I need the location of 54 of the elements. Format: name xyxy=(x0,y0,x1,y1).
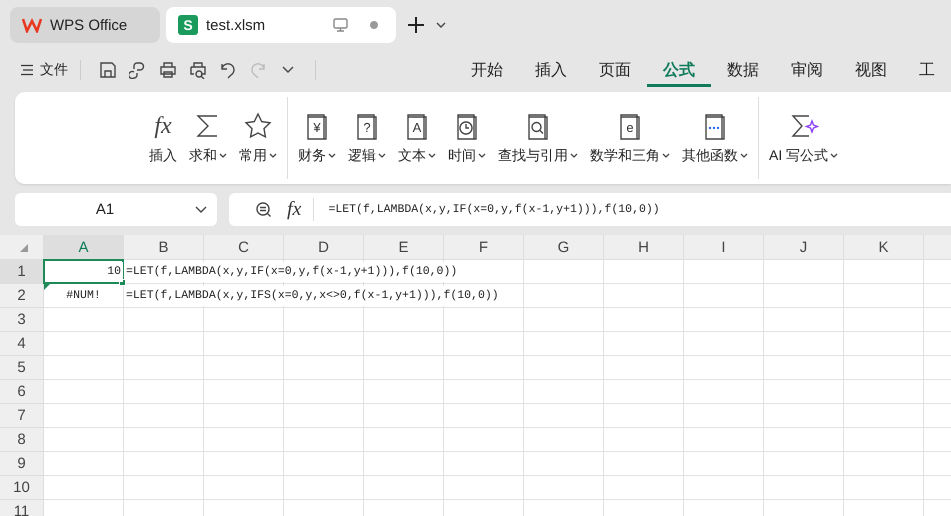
ribbon-button[interactable]: 其他函数 xyxy=(676,111,754,165)
ribbon-button[interactable]: ? 逻辑 xyxy=(342,111,392,165)
book-icon-glyph: ? xyxy=(362,120,372,136)
chevron-down-icon[interactable] xyxy=(195,206,207,214)
ribbon-button[interactable]: 时间 xyxy=(442,111,492,165)
formula-bar[interactable]: fx =LET(f,LAMBDA(x,y,IF(x=0,y,f(x-1,y+1))),f(10,0)) xyxy=(229,193,951,226)
formula-text: =LET(f,LAMBDA(x,y,IF(x=0,y,f(x-1,y+1))),f(10,0)) xyxy=(328,203,660,216)
chevron-down-icon[interactable] xyxy=(436,22,446,28)
ribbon-tab[interactable]: 插入 xyxy=(519,54,583,86)
file-menu[interactable]: 文件 xyxy=(40,61,68,79)
plus-icon[interactable] xyxy=(406,15,426,35)
function-icon: fx xyxy=(154,111,172,141)
ribbon-tab[interactable]: 公式 xyxy=(647,54,711,86)
row-header[interactable]: 7 xyxy=(0,404,44,428)
ribbon-tab[interactable]: 页面 xyxy=(583,54,647,86)
row-header[interactable]: 1 xyxy=(0,260,44,284)
ribbon-button[interactable]: AI 写公式 xyxy=(763,111,844,165)
book-icon-glyph: e xyxy=(625,120,635,136)
book-icon-glyph: ¥ xyxy=(312,120,322,136)
row-header[interactable]: 9 xyxy=(0,452,44,476)
app-tab[interactable]: S test.xlsm xyxy=(166,7,396,43)
name-box[interactable]: A1 xyxy=(15,193,217,226)
ribbon-button[interactable]: 求和 xyxy=(183,111,233,165)
row-header[interactable]: 2 xyxy=(0,284,44,308)
ribbon-button[interactable]: e 数学和三角 xyxy=(584,111,676,165)
ribbon-button[interactable]: A 文本 xyxy=(392,111,442,165)
row-header[interactable]: 11 xyxy=(0,500,44,516)
book-icon-glyph: A xyxy=(412,120,422,136)
row-header[interactable]: 4 xyxy=(0,332,44,356)
error-marker-icon xyxy=(44,284,50,290)
row-header[interactable]: 8 xyxy=(0,428,44,452)
ribbon-button[interactable]: ¥ 财务 xyxy=(292,111,342,165)
ribbon-tab[interactable]: 视图 xyxy=(839,54,903,86)
row-header[interactable]: 6 xyxy=(0,380,44,404)
row-header[interactable]: 5 xyxy=(0,356,44,380)
ribbon-button[interactable]: fx 插入 xyxy=(143,111,183,165)
wps-logo-icon xyxy=(22,17,42,33)
row-header[interactable]: 10 xyxy=(0,476,44,500)
column-header[interactable]: A xyxy=(44,235,124,259)
ribbon-tab[interactable]: 审阅 xyxy=(775,54,839,86)
menu-icon[interactable] xyxy=(20,64,34,76)
ribbon-tab[interactable]: 开始 xyxy=(455,54,519,86)
ribbon-tab[interactable]: 工 xyxy=(903,54,951,86)
row-header[interactable]: 3 xyxy=(0,308,44,332)
zoom-out-icon[interactable] xyxy=(255,200,273,218)
ribbon-button[interactable]: 查找与引用 xyxy=(492,111,584,165)
ribbon-tab[interactable]: 数据 xyxy=(711,54,775,86)
ribbon-button[interactable]: 常用 xyxy=(233,111,283,165)
star-icon xyxy=(243,111,273,141)
monitor-icon xyxy=(333,18,348,32)
app-tab[interactable]: WPS Office xyxy=(10,7,160,43)
spreadsheet-icon: S xyxy=(178,15,198,35)
cell-text: 10 xyxy=(105,262,123,282)
dot-icon xyxy=(370,21,378,29)
